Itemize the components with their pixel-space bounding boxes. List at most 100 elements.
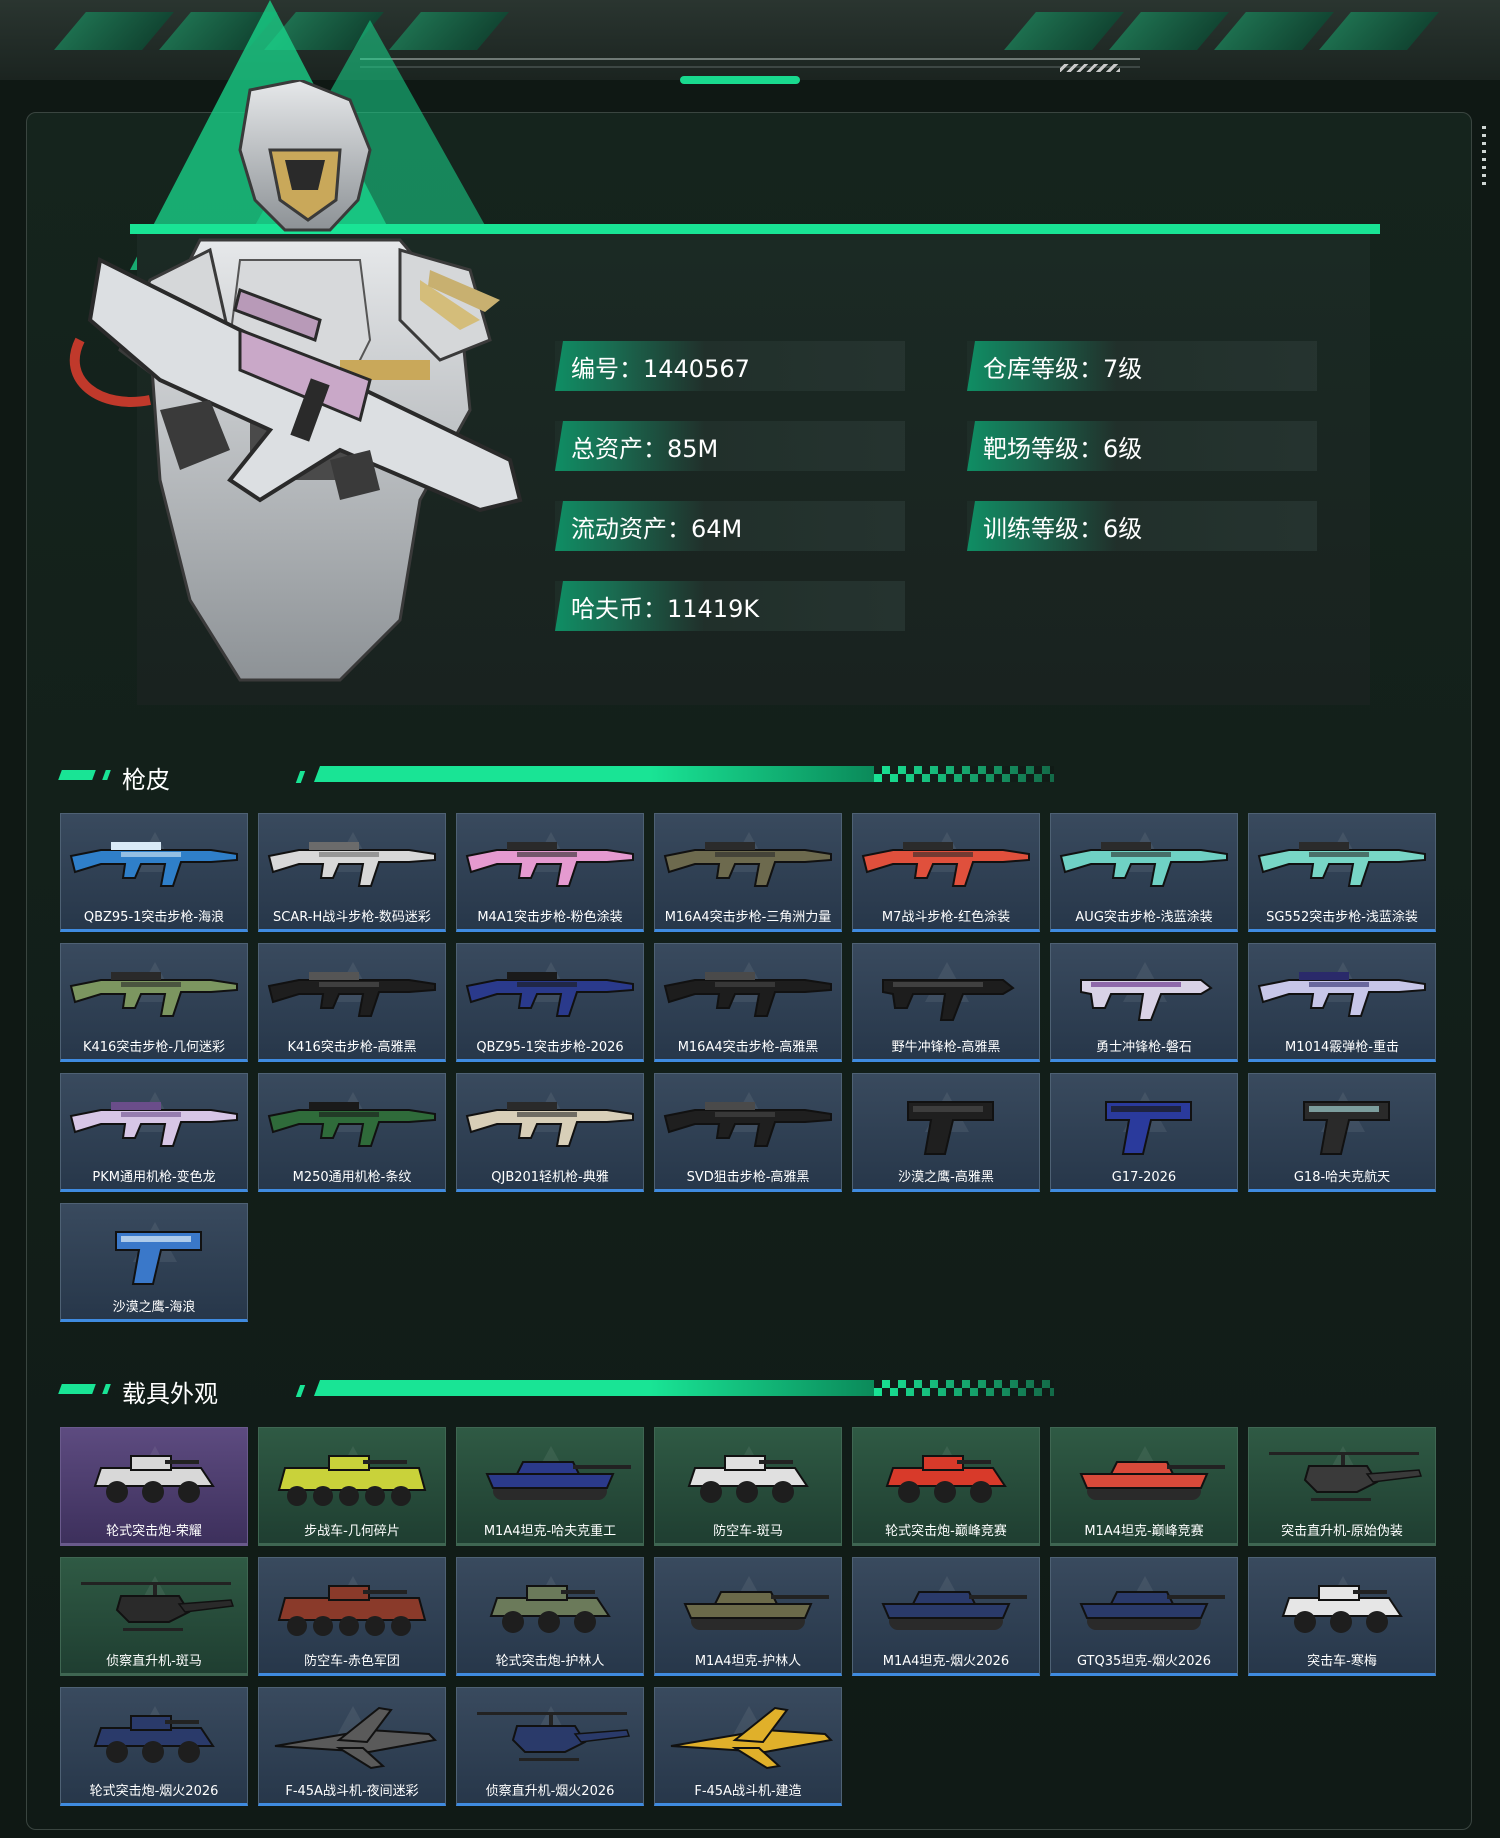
vehicle-image [457,1434,643,1518]
vehicle-skin-card[interactable]: 侦察直升机-斑马 [60,1557,248,1676]
vehicle-skins-header: 载具外观 [58,1374,1060,1408]
vehicle-skin-card[interactable]: 轮式突击炮-护林人 [456,1557,644,1676]
skin-label: M250通用机枪-条纹 [292,1170,412,1185]
weapon-image [457,820,643,904]
skin-label: M1A4坦克-巅峰竞赛 [1084,1524,1204,1539]
vehicle-skin-card[interactable]: 突击直升机-原始伪装 [1248,1427,1436,1546]
vehicle-skin-card[interactable]: M1A4坦克-巅峰竞赛 [1050,1427,1238,1546]
weapon-skin-card[interactable]: 沙漠之鹰-高雅黑 [852,1073,1040,1192]
panel-dots-decoration [1482,126,1486,186]
skin-label: F-45A战斗机-夜间迷彩 [285,1784,419,1799]
range-level: 靶场等级：6级 [983,434,1143,463]
total-assets-tag: 总资产：85M [555,421,905,471]
skin-label: M16A4突击步枪-三角洲力量 [664,910,832,925]
vehicle-image [853,1434,1039,1518]
weapon-skin-card[interactable]: M250通用机枪-条纹 [258,1073,446,1192]
weapon-image [259,820,445,904]
weapon-skin-card[interactable]: 野牛冲锋枪-高雅黑 [852,943,1040,1062]
skin-label: 野牛冲锋枪-高雅黑 [891,1040,1001,1055]
weapon-skin-card[interactable]: M16A4突击步枪-高雅黑 [654,943,842,1062]
weapon-skin-card[interactable]: SVD狙击步枪-高雅黑 [654,1073,842,1192]
skin-label: M1014霰弹枪-重击 [1285,1040,1399,1055]
weapon-skin-grid: QBZ95-1突击步枪-海浪 SCAR-H战斗步枪-数码迷彩 M4A1突击步枪-粉色… [60,813,1440,1322]
skin-label: 突击直升机-原始伪装 [1281,1524,1403,1539]
player-id-tag: 编号：1440567 [555,341,905,391]
skin-label: M1A4坦克-哈夫克重工 [483,1524,617,1539]
weapon-skin-card[interactable]: QJB201轻机枪-典雅 [456,1073,644,1192]
skin-label: 步战车-几何碎片 [304,1524,400,1539]
weapon-skin-card[interactable]: QBZ95-1突击步枪-海浪 [60,813,248,932]
weapon-skin-card[interactable]: K416突击步枪-高雅黑 [258,943,446,1062]
weapon-skin-card[interactable]: M1014霰弹枪-重击 [1248,943,1436,1062]
skin-label: SVD狙击步枪-高雅黑 [686,1170,810,1185]
skin-label: 侦察直升机-斑马 [106,1654,202,1669]
weapon-skin-card[interactable]: G17-2026 [1050,1073,1238,1192]
skin-label: SCAR-H战斗步枪-数码迷彩 [273,910,431,925]
skin-label: M1A4坦克-烟火2026 [882,1654,1010,1669]
vehicle-skin-card[interactable]: M1A4坦克-烟火2026 [852,1557,1040,1676]
skin-label: 轮式突击炮-护林人 [495,1654,605,1669]
vehicle-skin-card[interactable]: F-45A战斗机-夜间迷彩 [258,1687,446,1806]
vehicle-skin-card[interactable]: 轮式突击炮-荣耀 [60,1427,248,1546]
skin-label: K416突击步枪-几何迷彩 [82,1040,226,1055]
weapon-image [259,1080,445,1164]
vehicle-skin-card[interactable]: 步战车-几何碎片 [258,1427,446,1546]
vehicle-skin-card[interactable]: 侦察直升机-烟火2026 [456,1687,644,1806]
warehouse-level-tag: 仓库等级：7级 [967,341,1317,391]
weapon-skin-card[interactable]: 沙漠之鹰-海浪 [60,1203,248,1322]
weapon-skin-card[interactable]: AUG突击步枪-浅蓝涂装 [1050,813,1238,932]
vehicle-image [259,1434,445,1518]
weapon-image [61,1080,247,1164]
weapon-skin-card[interactable]: QBZ95-1突击步枪-2026 [456,943,644,1062]
skin-label: QJB201轻机枪-典雅 [491,1170,609,1185]
vehicle-image [655,1694,841,1778]
skin-label: SG552突击步枪-浅蓝涂装 [1266,910,1418,925]
skin-label: 勇士冲锋枪-磐石 [1096,1040,1192,1055]
weapon-image [457,1080,643,1164]
skin-label: 防空车-斑马 [713,1524,783,1539]
vehicle-image [457,1694,643,1778]
skin-label: G18-哈夫克航天 [1293,1170,1391,1185]
weapon-image [1249,950,1435,1034]
vehicle-skin-card[interactable]: GTQ35坦克-烟火2026 [1050,1557,1238,1676]
vehicle-skin-card[interactable]: F-45A战斗机-建造 [654,1687,842,1806]
header-mark [58,770,96,780]
weapon-skin-card[interactable]: G18-哈夫克航天 [1248,1073,1436,1192]
vehicle-skin-grid: 轮式突击炮-荣耀 步战车-几何碎片 M1A4坦克-哈夫克重工 防空车-斑马 轮式突击炮-… [60,1427,1440,1806]
banner-stripe [1319,12,1439,50]
skin-label: F-45A战斗机-建造 [694,1784,802,1799]
vehicle-skin-card[interactable]: M1A4坦克-护林人 [654,1557,842,1676]
vehicle-skin-card[interactable]: 轮式突击炮-烟火2026 [60,1687,248,1806]
operator-portrait [69,80,523,682]
vehicle-skin-card[interactable]: 轮式突击炮-巅峰竞赛 [852,1427,1040,1546]
weapon-skin-card[interactable]: K416突击步枪-几何迷彩 [60,943,248,1062]
vehicle-skin-card[interactable]: 防空车-赤色军团 [258,1557,446,1676]
header-checker [874,1380,1054,1396]
weapon-skin-card[interactable]: SG552突击步枪-浅蓝涂装 [1248,813,1436,932]
weapon-skin-card[interactable]: M16A4突击步枪-三角洲力量 [654,813,842,932]
vehicle-image [457,1564,643,1648]
weapon-skin-card[interactable]: PKM通用机枪-变色龙 [60,1073,248,1192]
weapon-image [1051,820,1237,904]
banner-stripe [1109,12,1229,50]
header-line [314,1380,874,1396]
skin-label: QBZ95-1突击步枪-海浪 [83,910,225,925]
header-mark [102,770,111,780]
weapon-skin-card[interactable]: M7战斗步枪-红色涂装 [852,813,1040,932]
coins: 哈夫币：11419K [571,594,760,623]
skin-label: 防空车-赤色军团 [304,1654,400,1669]
weapon-skin-card[interactable]: SCAR-H战斗步枪-数码迷彩 [258,813,446,932]
weapon-skin-card[interactable]: 勇士冲锋枪-磐石 [1050,943,1238,1062]
header-mark [295,1385,306,1397]
weapon-skin-card[interactable]: M4A1突击步枪-粉色涂装 [456,813,644,932]
weapon-image [61,820,247,904]
vehicle-skin-card[interactable]: M1A4坦克-哈夫克重工 [456,1427,644,1546]
weapon-image [1249,820,1435,904]
header-mark [295,771,306,783]
vehicle-image [1051,1434,1237,1518]
vehicle-image [259,1694,445,1778]
vehicle-skin-card[interactable]: 防空车-斑马 [654,1427,842,1546]
skin-label: K416突击步枪-高雅黑 [287,1040,417,1055]
skin-label: 沙漠之鹰-海浪 [112,1300,196,1315]
vehicle-skin-card[interactable]: 突击车-寒梅 [1248,1557,1436,1676]
